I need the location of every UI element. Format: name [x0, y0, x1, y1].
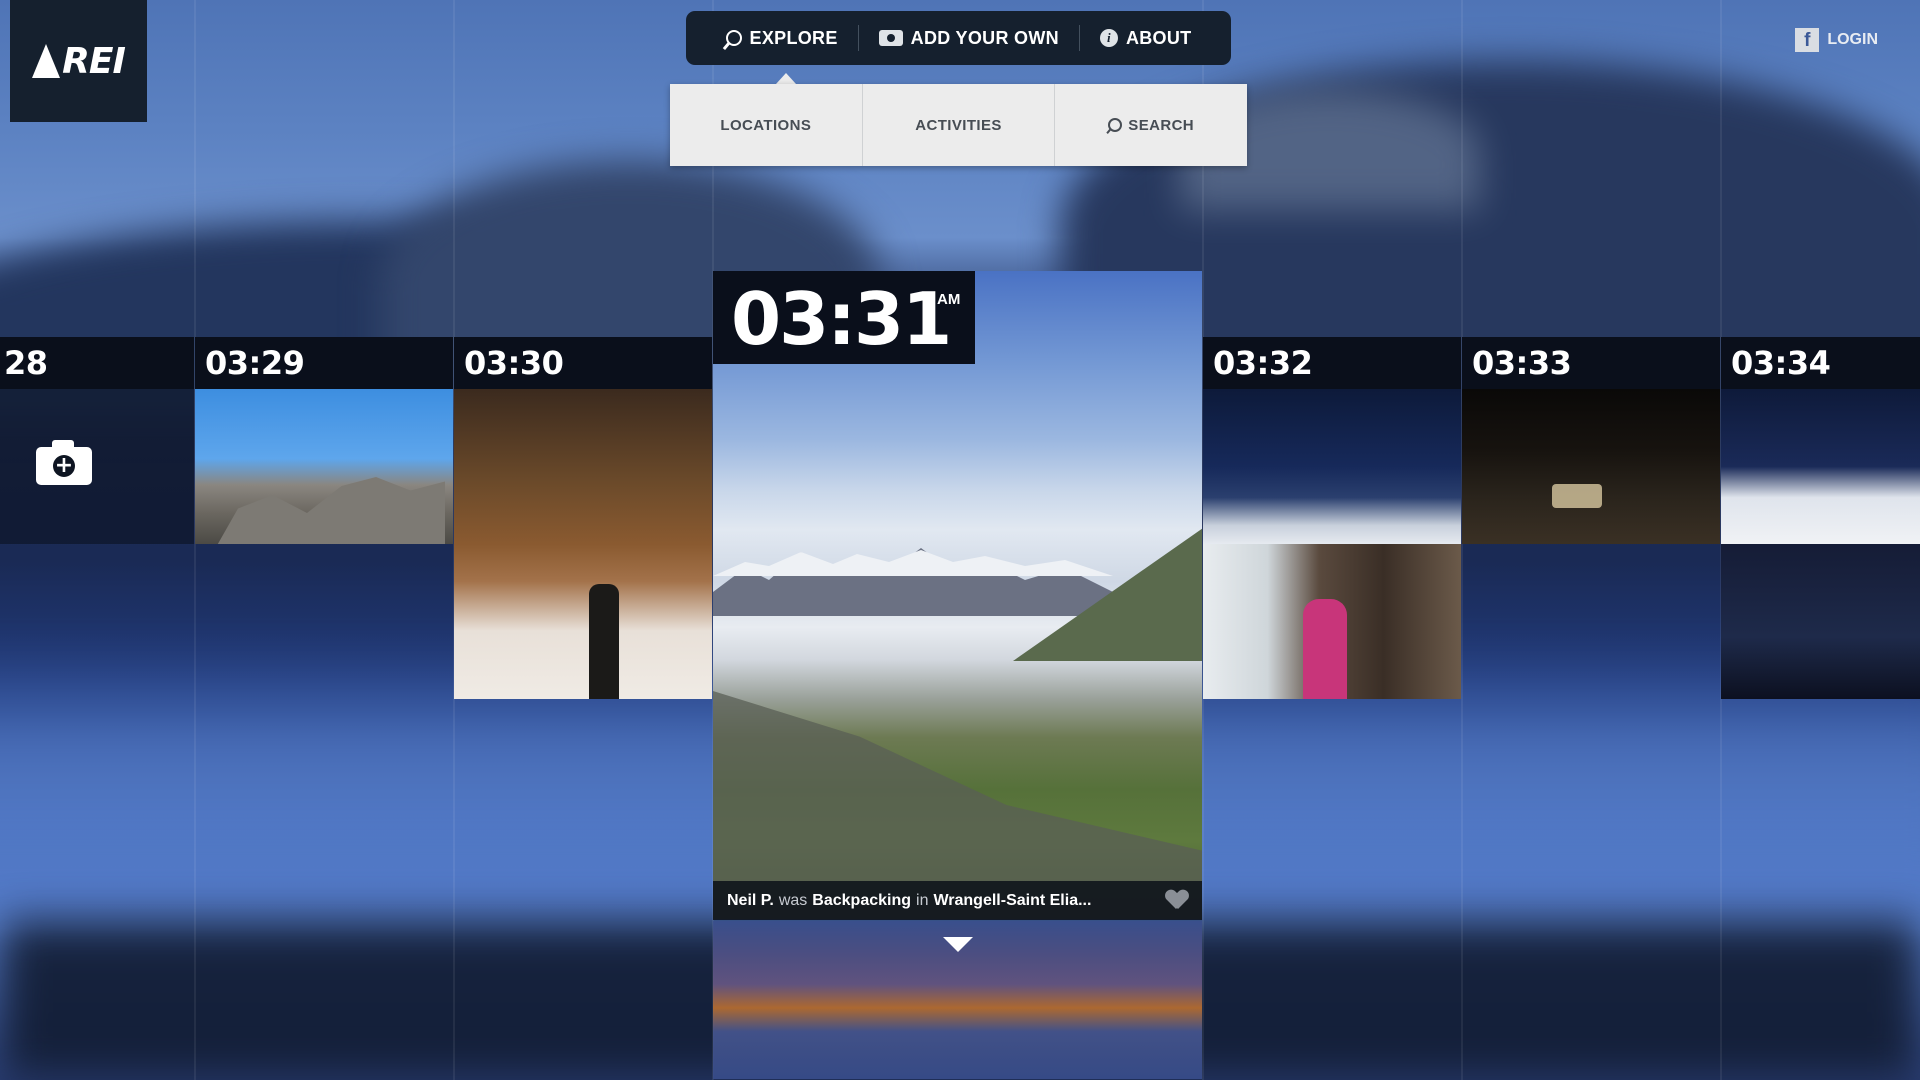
column-time: 03:32	[1203, 337, 1461, 389]
rei-logo[interactable]: REI	[10, 0, 147, 122]
column-time: 03:33	[1462, 337, 1720, 389]
timeline-column: 03:34	[1721, 337, 1920, 699]
caption-activity[interactable]: Backpacking	[812, 892, 911, 910]
search-tab[interactable]: SEARCH	[1055, 84, 1247, 166]
explore-label: EXPLORE	[749, 27, 838, 48]
photo-thumbnail[interactable]	[1721, 544, 1920, 699]
search-icon	[725, 30, 742, 46]
locations-label: LOCATIONS	[720, 116, 812, 134]
activities-label: ACTIVITIES	[915, 116, 1002, 134]
caption-was: was	[778, 891, 808, 909]
photo-thumbnail[interactable]	[454, 389, 712, 699]
photo-thumbnail[interactable]	[1203, 389, 1461, 544]
caption-location[interactable]: Wrangell-Saint Elia...	[933, 892, 1091, 910]
logo-text: REI	[62, 40, 126, 82]
top-navigation: EXPLORE ADD YOUR OWN i ABOUT	[686, 11, 1231, 65]
facebook-icon: f	[1795, 28, 1820, 52]
featured-photo-card: 03:31 AM Neil P. was Backpacking in Wran…	[713, 271, 1202, 1079]
add-photo-cell[interactable]: +	[0, 389, 194, 544]
explore-button[interactable]: EXPLORE	[706, 23, 858, 53]
featured-photo[interactable]	[713, 271, 1202, 919]
column-time: 03:29	[195, 337, 453, 389]
timeline-column: 28 +	[0, 337, 194, 544]
photo-thumbnail[interactable]	[1462, 389, 1720, 544]
timeline-column: 03:32	[1203, 337, 1461, 699]
photo-thumbnail[interactable]	[195, 389, 453, 544]
timeline-column: 03:33	[1462, 337, 1720, 544]
timeline-column: 03:29	[195, 337, 453, 544]
add-photo-icon: +	[36, 440, 92, 485]
camera-icon	[878, 30, 903, 46]
login-label: LOGIN	[1827, 31, 1878, 48]
photo-caption: Neil P. was Backpacking in Wrangell-Sain…	[713, 881, 1202, 920]
caption-user[interactable]: Neil P.	[727, 892, 774, 910]
featured-ampm: AM	[937, 291, 961, 308]
chevron-down-icon[interactable]	[943, 937, 973, 952]
add-your-own-button[interactable]: ADD YOUR OWN	[859, 23, 1079, 53]
column-time: 03:34	[1721, 337, 1920, 389]
featured-time: 03:31	[731, 277, 952, 361]
caption-in: in	[916, 891, 929, 909]
info-icon: i	[1099, 29, 1118, 47]
tree-icon	[32, 44, 61, 78]
about-button[interactable]: i ABOUT	[1080, 23, 1212, 53]
locations-tab[interactable]: LOCATIONS	[670, 84, 863, 166]
about-label: ABOUT	[1125, 27, 1192, 48]
column-time: 03:30	[454, 337, 712, 389]
heart-icon[interactable]	[1166, 890, 1188, 910]
column-time: 28	[0, 337, 194, 389]
photo-thumbnail[interactable]	[1721, 389, 1920, 544]
photo-thumbnail[interactable]	[1203, 544, 1461, 699]
featured-time-box: 03:31 AM	[713, 271, 975, 364]
explore-submenu: LOCATIONS ACTIVITIES SEARCH	[670, 84, 1247, 166]
add-your-own-label: ADD YOUR OWN	[910, 27, 1059, 48]
timeline-column: 03:30	[454, 337, 712, 699]
activities-tab[interactable]: ACTIVITIES	[863, 84, 1056, 166]
search-icon	[1108, 118, 1123, 132]
dropdown-caret	[776, 73, 796, 84]
search-label: SEARCH	[1128, 116, 1195, 134]
login-button[interactable]: f LOGIN	[1795, 28, 1878, 52]
